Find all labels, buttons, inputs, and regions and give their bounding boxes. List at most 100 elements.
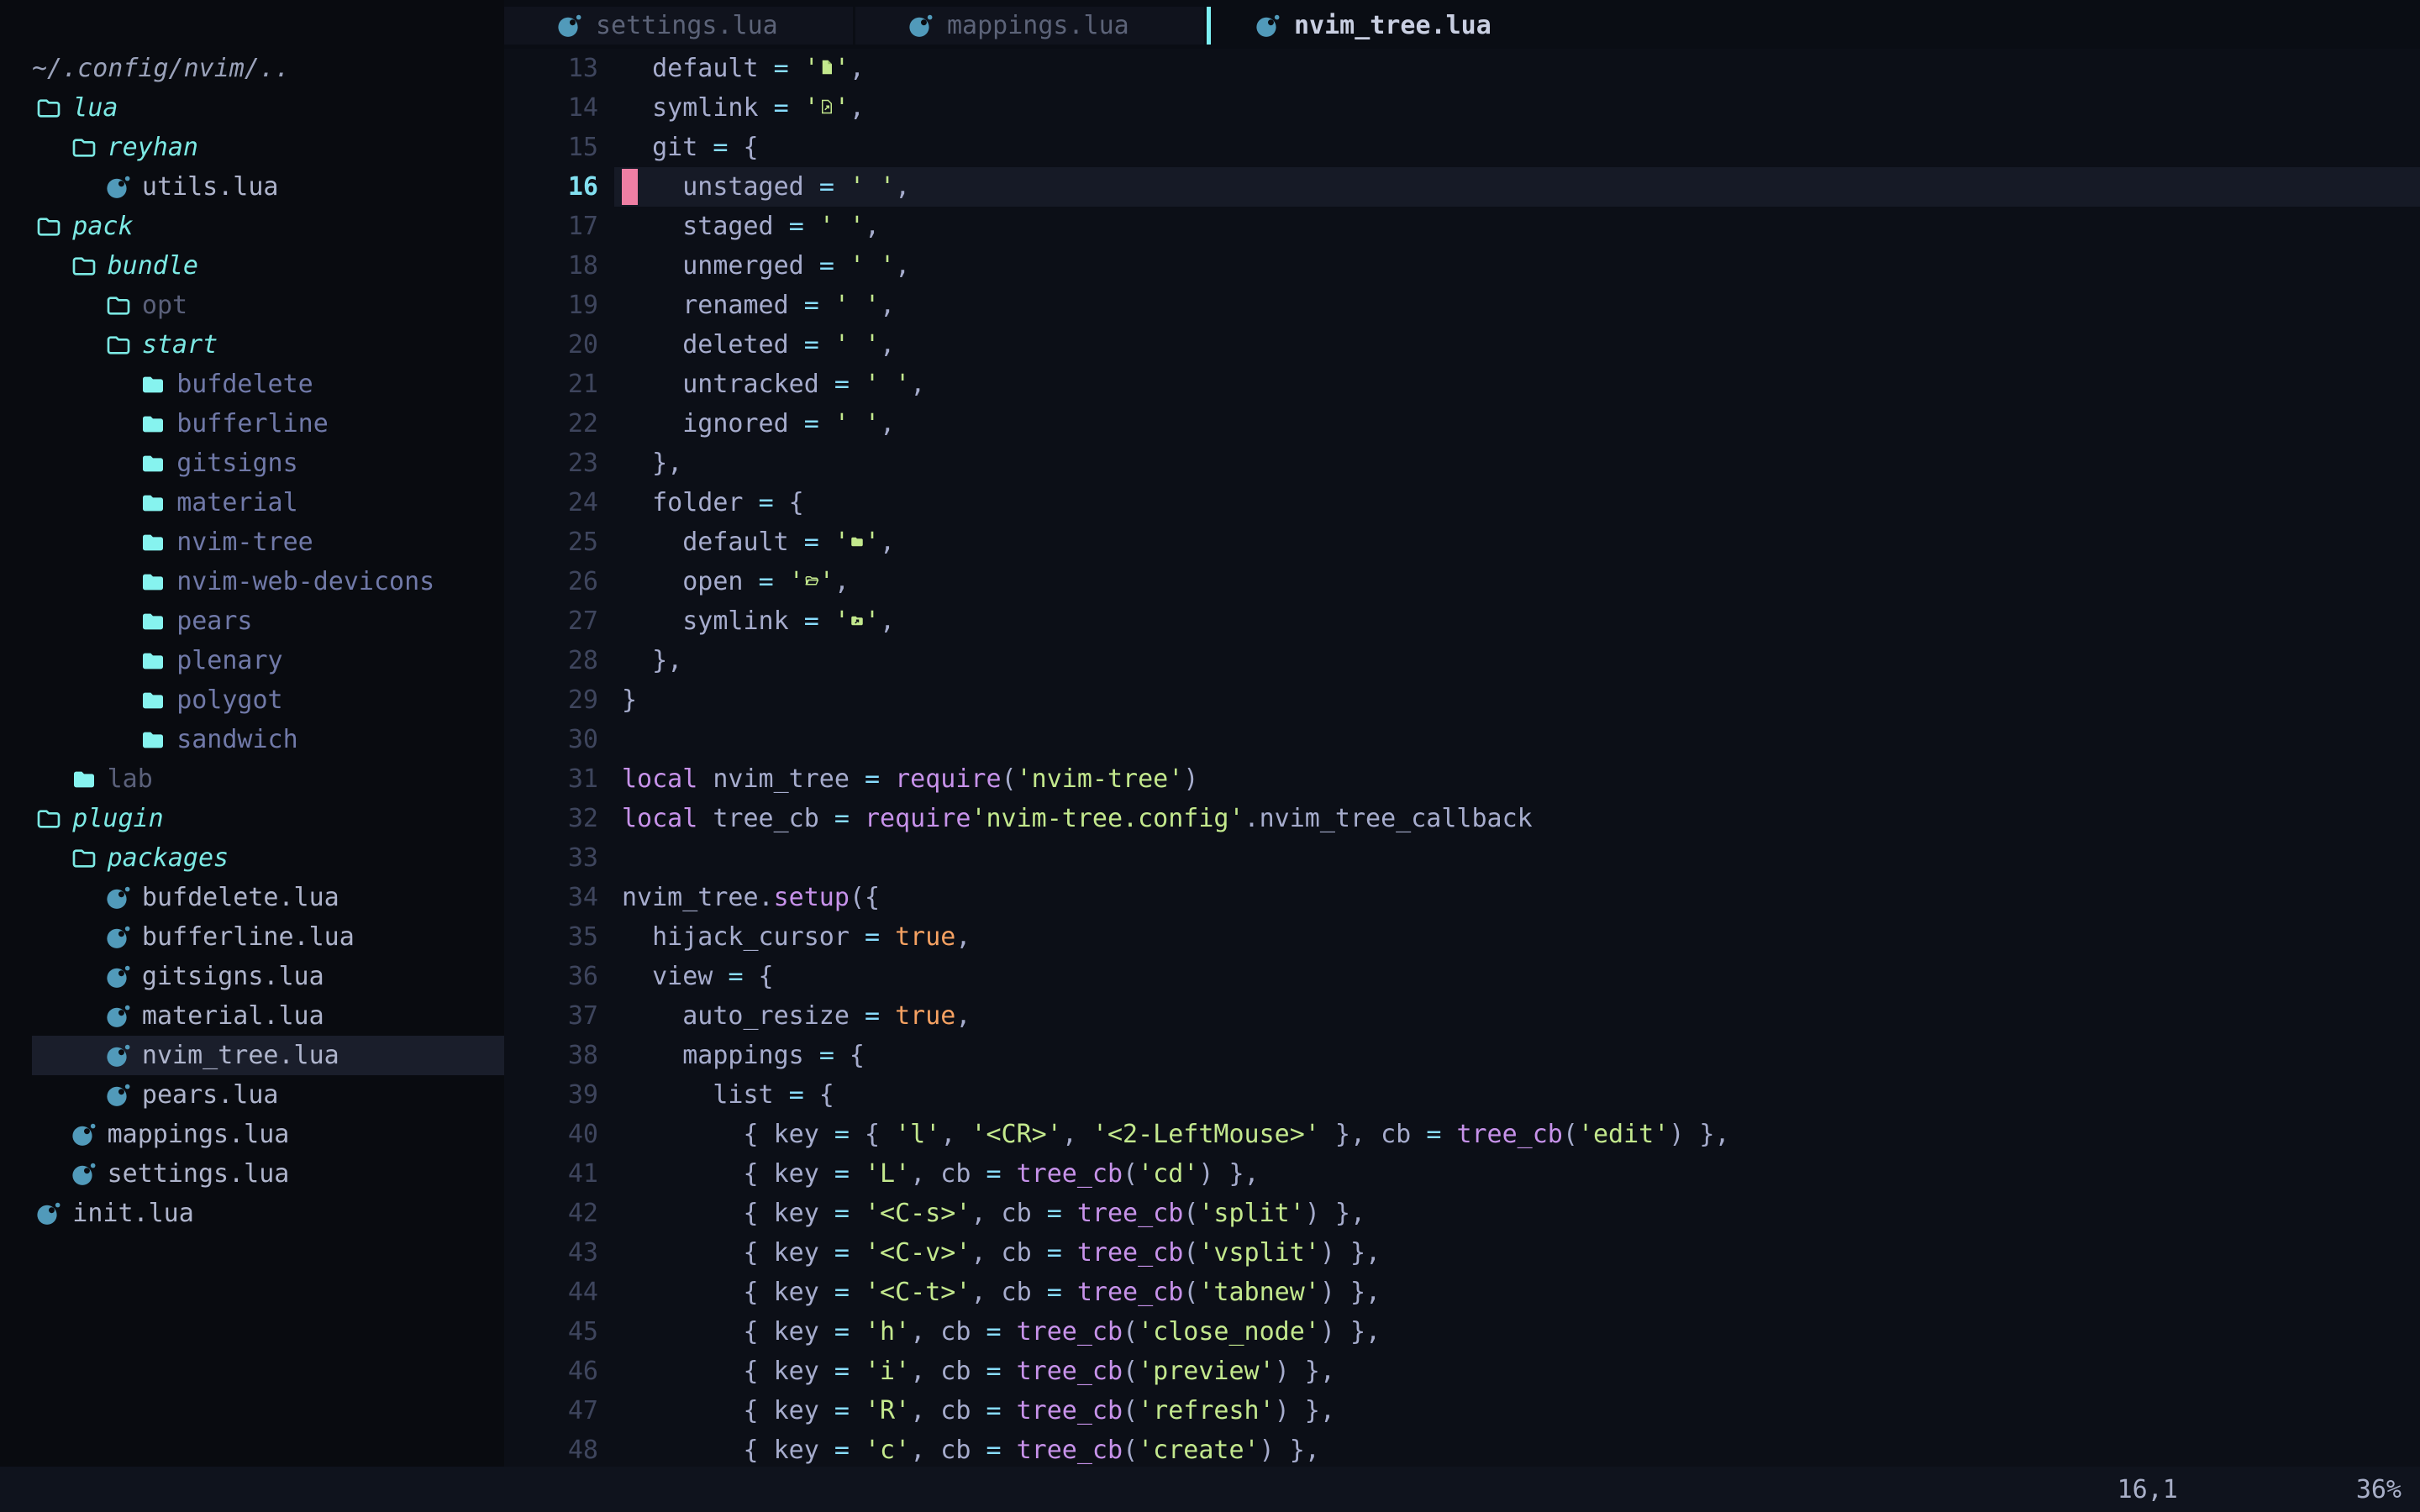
tree-item-pears.lua[interactable]: pears.lua [0, 1075, 504, 1115]
code-line-18[interactable]: 18 unmerged = ' ', [504, 246, 2420, 286]
code-line-27[interactable]: 27 symlink = '', [504, 601, 2420, 641]
folder-icon [104, 331, 133, 360]
tree-item-material.lua[interactable]: material.lua [0, 996, 504, 1036]
tree-item-sandwich[interactable]: sandwich [0, 720, 504, 759]
tree-item-reyhan[interactable]: reyhan [0, 128, 504, 167]
folder-icon [70, 134, 98, 162]
line-number: 19 [504, 286, 622, 325]
code-line-19[interactable]: 19 renamed = ' ', [504, 286, 2420, 325]
code-line-41[interactable]: 41 { key = 'L', cb = tree_cb('cd') }, [504, 1154, 2420, 1194]
code-line-39[interactable]: 39 list = { [504, 1075, 2420, 1115]
code-line-33[interactable]: 33 [504, 838, 2420, 878]
tree-item-packages[interactable]: packages [0, 838, 504, 878]
code-line-47[interactable]: 47 { key = 'R', cb = tree_cb('refresh') … [504, 1391, 2420, 1431]
code-line-46[interactable]: 46 { key = 'i', cb = tree_cb('preview') … [504, 1352, 2420, 1391]
tree-item-bufdelete.lua[interactable]: bufdelete.lua [0, 878, 504, 917]
tab-nvim_tree.lua[interactable]: nvim_tree.lua [1207, 7, 1491, 45]
token: 'split' [1198, 1199, 1304, 1228]
tree-item-utils.lua[interactable]: utils.lua [0, 167, 504, 207]
tree-item-settings.lua[interactable]: settings.lua [0, 1154, 504, 1194]
tree-item-nvim_tree.lua[interactable]: nvim_tree.lua [0, 1036, 504, 1075]
tree-item-bufferline.lua[interactable]: bufferline.lua [0, 917, 504, 957]
token: = [804, 528, 819, 557]
code-line-30[interactable]: 30 [504, 720, 2420, 759]
token: 'create' [1138, 1436, 1260, 1465]
tree-item-label: pack [72, 212, 133, 241]
tree-item-pears[interactable]: pears [0, 601, 504, 641]
tree-item-plugin[interactable]: plugin [0, 799, 504, 838]
tree-item-start[interactable]: start [0, 325, 504, 365]
tree-item-opt[interactable]: opt [0, 286, 504, 325]
code-line-37[interactable]: 37 auto_resize = true, [504, 996, 2420, 1036]
token: ' ' [865, 370, 910, 399]
tree-item-~/.config/nvim/..[interactable]: ~/.config/nvim/.. [0, 49, 504, 88]
editor-pane[interactable]: settings.luamappings.luanvim_tree.lua 13… [504, 0, 2420, 1467]
code-line-26[interactable]: 26 open = '', [504, 562, 2420, 601]
tree-item-pack[interactable]: pack [0, 207, 504, 246]
code-line-20[interactable]: 20 deleted = ' ', [504, 325, 2420, 365]
token: { [774, 488, 804, 517]
token: , [880, 291, 895, 320]
code-line-22[interactable]: 22 ignored = ' ', [504, 404, 2420, 444]
code-line-35[interactable]: 35 hijack_cursor = true, [504, 917, 2420, 957]
tree-item-nvim-tree[interactable]: nvim-tree [0, 522, 504, 562]
tree-item-lab[interactable]: lab [0, 759, 504, 799]
tab-settings.lua[interactable]: settings.lua [504, 7, 853, 45]
token: = [819, 1041, 834, 1070]
line-number: 44 [504, 1273, 622, 1312]
code-line-32[interactable]: 32local tree_cb = require'nvim-tree.conf… [504, 799, 2420, 838]
code-text: nvim_tree.setup({ [622, 878, 880, 917]
tree-item-mappings.lua[interactable]: mappings.lua [0, 1115, 504, 1154]
code-line-48[interactable]: 48 { key = 'c', cb = tree_cb('create') }… [504, 1431, 2420, 1470]
code-line-34[interactable]: 34nvim_tree.setup({ [504, 878, 2420, 917]
code-line-31[interactable]: 31local nvim_tree = require('nvim-tree') [504, 759, 2420, 799]
code-text: unstaged = ' ', [622, 167, 910, 207]
code-line-14[interactable]: 14 symlink = '', [504, 88, 2420, 128]
token: { key [622, 1199, 834, 1228]
code-line-36[interactable]: 36 view = { [504, 957, 2420, 996]
token: = [986, 1159, 1002, 1189]
tree-item-gitsigns.lua[interactable]: gitsigns.lua [0, 957, 504, 996]
code-text: folder = { [622, 483, 804, 522]
tree-item-init.lua[interactable]: init.lua [0, 1194, 504, 1233]
code-line-42[interactable]: 42 { key = '<C-s>', cb = tree_cb('split'… [504, 1194, 2420, 1233]
folder-filled-icon [139, 370, 167, 399]
code-line-40[interactable]: 40 { key = { 'l', '<CR>', '<2-LeftMouse>… [504, 1115, 2420, 1154]
code-line-13[interactable]: 13 default = '', [504, 49, 2420, 88]
tree-item-plenary[interactable]: plenary [0, 641, 504, 680]
code-line-17[interactable]: 17 staged = ' ', [504, 207, 2420, 246]
code-line-44[interactable]: 44 { key = '<C-t>', cb = tree_cb('tabnew… [504, 1273, 2420, 1312]
tree-item-material[interactable]: material [0, 483, 504, 522]
tree-item-polygot[interactable]: polygot [0, 680, 504, 720]
tab-mappings.lua[interactable]: mappings.lua [855, 7, 1204, 45]
code-line-24[interactable]: 24 folder = { [504, 483, 2420, 522]
code-text: local nvim_tree = require('nvim-tree') [622, 759, 1198, 799]
folder-open-icon [804, 570, 819, 592]
token: tree_cb [1017, 1317, 1123, 1347]
token: { [744, 962, 774, 991]
code-line-29[interactable]: 29} [504, 680, 2420, 720]
code-line-23[interactable]: 23 }, [504, 444, 2420, 483]
line-number: 40 [504, 1115, 622, 1154]
tree-item-bundle[interactable]: bundle [0, 246, 504, 286]
tree-item-gitsigns[interactable]: gitsigns [0, 444, 504, 483]
folder-filled-icon [139, 726, 167, 754]
tree-item-label: bufdelete.lua [142, 883, 339, 912]
code-line-21[interactable]: 21 untracked = ' ', [504, 365, 2420, 404]
tree-item-bufdelete[interactable]: bufdelete [0, 365, 504, 404]
code-line-45[interactable]: 45 { key = 'h', cb = tree_cb('close_node… [504, 1312, 2420, 1352]
code-line-16[interactable]: 16 unstaged = ' ', [504, 167, 2420, 207]
token: { key [622, 1120, 834, 1149]
code-line-28[interactable]: 28 }, [504, 641, 2420, 680]
tree-item-bufferline[interactable]: bufferline [0, 404, 504, 444]
folder-icon [70, 844, 98, 873]
token: ( [1123, 1317, 1138, 1347]
tree-item-lua[interactable]: lua [0, 88, 504, 128]
tree-item-nvim-web-devicons[interactable]: nvim-web-devicons [0, 562, 504, 601]
code-line-43[interactable]: 43 { key = '<C-v>', cb = tree_cb('vsplit… [504, 1233, 2420, 1273]
code-area[interactable]: 13 default = '',14 symlink = '',15 git =… [504, 49, 2420, 1470]
code-line-38[interactable]: 38 mappings = { [504, 1036, 2420, 1075]
code-line-25[interactable]: 25 default = '', [504, 522, 2420, 562]
code-line-15[interactable]: 15 git = { [504, 128, 2420, 167]
line-number: 22 [504, 404, 622, 444]
